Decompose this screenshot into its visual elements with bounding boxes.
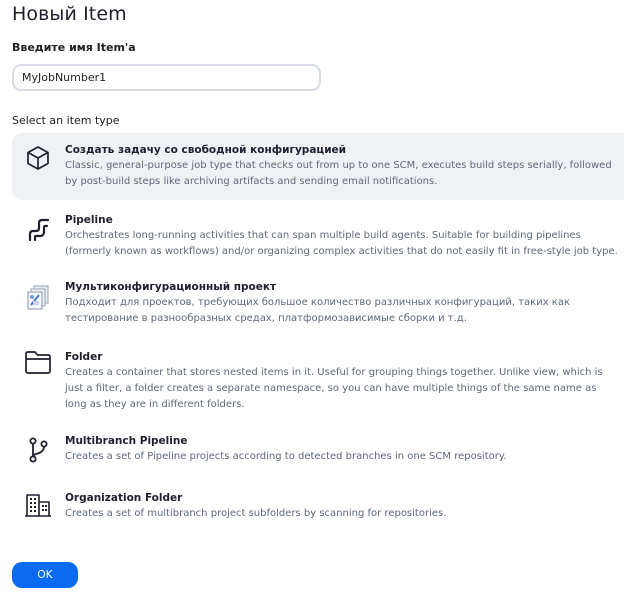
item-type-description: Creates a container that stores nested i… [65, 367, 603, 410]
item-type-label: Select an item type [12, 114, 120, 127]
item-name-input[interactable] [12, 64, 321, 91]
item-type-freestyle[interactable]: Создать задачу со свободной конфигурацие… [12, 133, 624, 200]
folder-icon [24, 348, 52, 376]
item-type-multiconfig[interactable]: Мультиконфигурационный проект Подходит д… [12, 270, 624, 332]
item-type-description: Creates a set of Pipeline projects accor… [65, 451, 507, 462]
item-type-name: Folder [65, 351, 103, 363]
multi-config-icon [24, 283, 52, 311]
item-type-name: Pipeline [65, 214, 113, 226]
item-type-multibranch[interactable]: Multibranch Pipeline Creates a set of Pi… [12, 428, 624, 472]
page-title: Новый Item [12, 3, 127, 25]
item-type-name: Создать задачу со свободной конфигурацие… [65, 144, 347, 156]
item-type-description: Creates a set of multibranch project sub… [65, 508, 447, 519]
item-type-name: Organization Folder [65, 492, 183, 504]
item-type-pipeline[interactable]: Pipeline Orchestrates long-running activ… [12, 204, 624, 266]
item-name-label: Введите имя Item'а [12, 41, 136, 54]
item-type-folder[interactable]: Folder Creates a container that stores n… [12, 342, 624, 421]
building-icon [24, 490, 52, 518]
item-type-organization-folder[interactable]: Organization Folder Creates a set of mul… [12, 485, 624, 529]
item-type-description: Classic, general-purpose job type that c… [65, 160, 612, 187]
item-type-description: Orchestrates long-running activities tha… [65, 230, 618, 257]
ok-button[interactable]: OK [12, 562, 78, 588]
pipeline-icon [24, 215, 52, 243]
item-type-name: Multibranch Pipeline [65, 435, 188, 447]
item-type-name: Мультиконфигурационный проект [65, 281, 277, 293]
cube-icon [24, 144, 52, 172]
item-type-description: Подходит для проектов, требующих большое… [65, 297, 571, 324]
branch-icon [24, 436, 52, 464]
